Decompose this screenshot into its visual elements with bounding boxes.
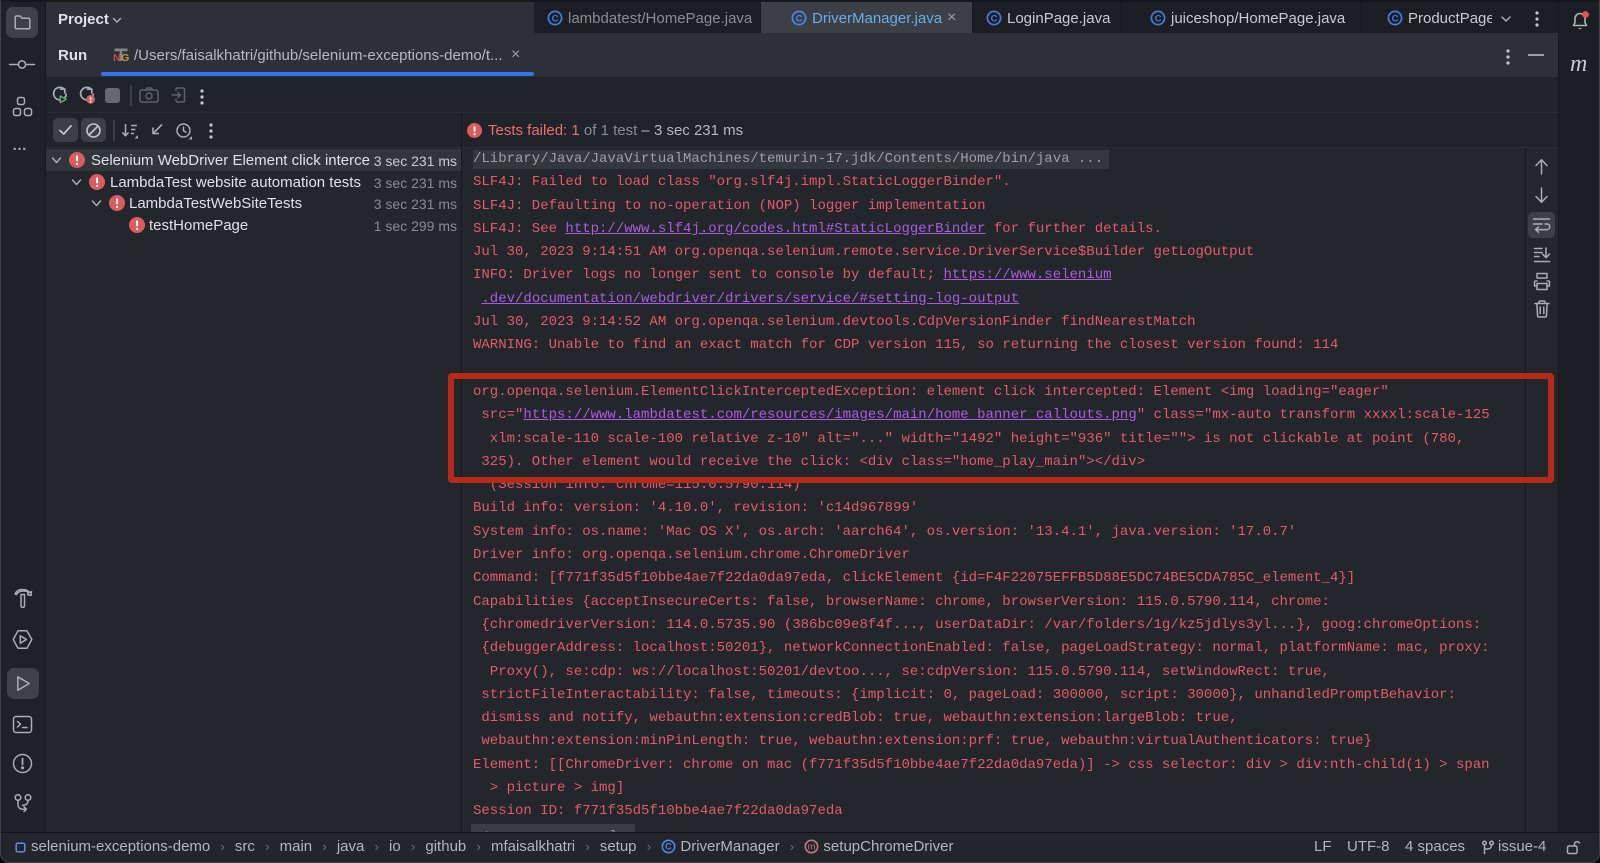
svg-text:C: C [665, 842, 672, 852]
svg-text:C: C [1392, 13, 1399, 24]
svg-text:C: C [552, 13, 559, 24]
svg-text:C: C [991, 13, 998, 24]
svg-text:C: C [1155, 13, 1162, 24]
svg-text:C: C [796, 13, 803, 24]
svg-text:m: m [808, 842, 816, 852]
svg-text:N: N [113, 52, 121, 63]
svg-text:G: G [121, 52, 129, 63]
